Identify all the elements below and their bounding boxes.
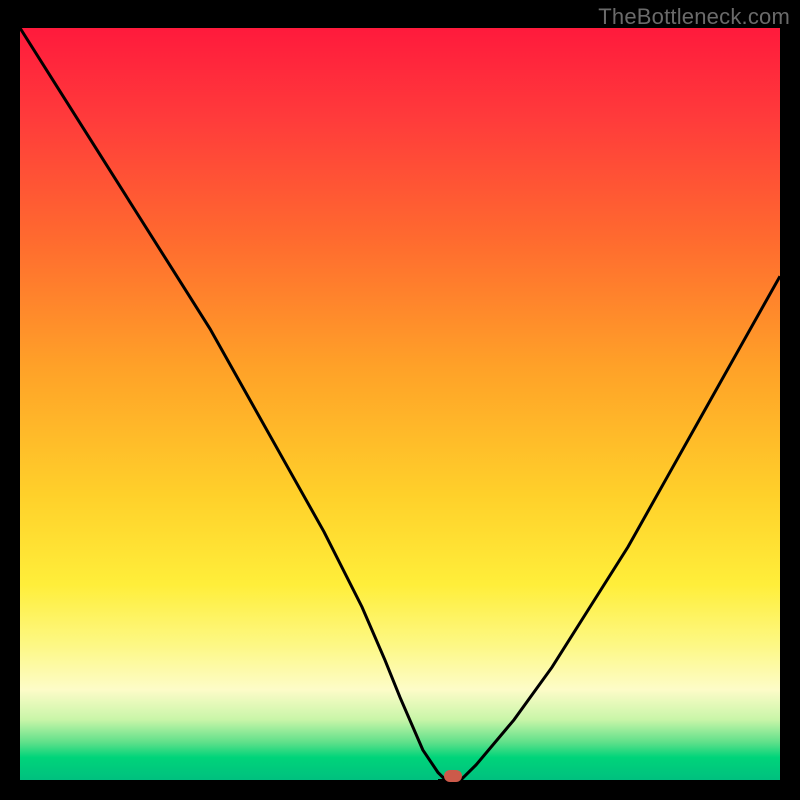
curve-path (20, 28, 780, 780)
plot-area (20, 28, 780, 780)
chart-frame: TheBottleneck.com (0, 0, 800, 800)
bottleneck-curve (20, 28, 780, 780)
optimal-point-marker (444, 770, 462, 782)
watermark-text: TheBottleneck.com (598, 4, 790, 30)
